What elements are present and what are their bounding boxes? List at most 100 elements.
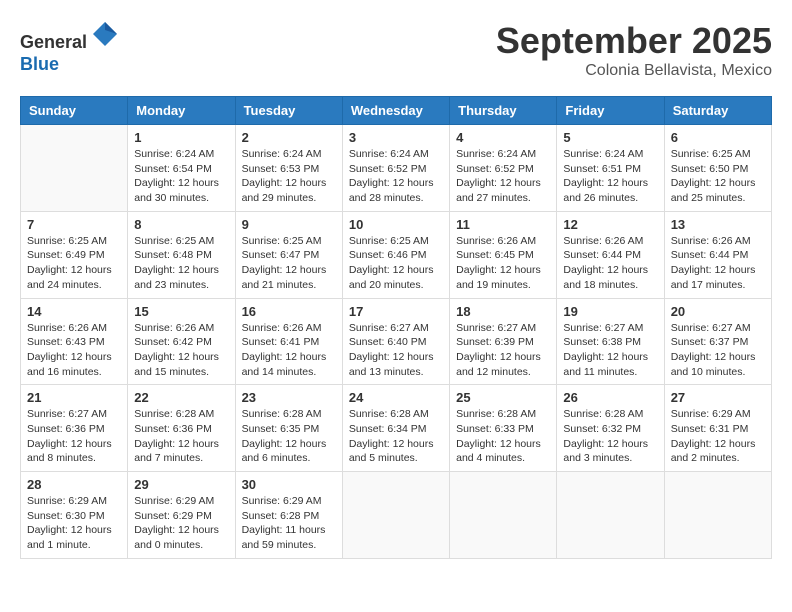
day-number: 14 (27, 304, 121, 319)
location-subtitle: Colonia Bellavista, Mexico (496, 62, 772, 80)
calendar-week-row: 7Sunrise: 6:25 AM Sunset: 6:49 PM Daylig… (21, 211, 772, 298)
calendar-cell: 2Sunrise: 6:24 AM Sunset: 6:53 PM Daylig… (235, 125, 342, 212)
day-info: Sunrise: 6:29 AM Sunset: 6:30 PM Dayligh… (27, 494, 121, 553)
calendar-cell: 4 Sunrise: 6:24 AM Sunset: 6:52 PM Daylig… (450, 125, 557, 212)
day-info: Sunrise: 6:24 AM Sunset: 6:52 PM Dayligh… (456, 147, 550, 206)
day-number: 30 (242, 477, 336, 492)
day-info: Sunrise: 6:25 AM Sunset: 6:48 PM Dayligh… (134, 234, 228, 293)
calendar-header-saturday: Saturday (664, 97, 771, 125)
day-number: 21 (27, 390, 121, 405)
calendar-cell: 17Sunrise: 6:27 AM Sunset: 6:40 PM Dayli… (342, 298, 449, 385)
day-info: Sunrise: 6:26 AM Sunset: 6:42 PM Dayligh… (134, 321, 228, 380)
day-number: 3 (349, 130, 443, 145)
calendar-header-monday: Monday (128, 97, 235, 125)
calendar-cell: 24Sunrise: 6:28 AM Sunset: 6:34 PM Dayli… (342, 385, 449, 472)
calendar-cell (450, 472, 557, 559)
day-number: 15 (134, 304, 228, 319)
calendar-header-row: SundayMondayTuesdayWednesdayThursdayFrid… (21, 97, 772, 125)
day-info: Sunrise: 6:26 AM Sunset: 6:41 PM Dayligh… (242, 321, 336, 380)
calendar-week-row: 14 Sunrise: 6:26 AM Sunset: 6:43 PM Dayli… (21, 298, 772, 385)
calendar-cell: 10 Sunrise: 6:25 AM Sunset: 6:46 PM Dayli… (342, 211, 449, 298)
day-number: 9 (242, 217, 336, 232)
calendar-cell: 20 Sunrise: 6:27 AM Sunset: 6:37 PM Dayli… (664, 298, 771, 385)
day-info: Sunrise: 6:25 AM Sunset: 6:49 PM Dayligh… (27, 234, 121, 293)
day-info: Sunrise: 6:24 AM Sunset: 6:52 PM Dayligh… (349, 147, 443, 206)
day-number: 19 (563, 304, 657, 319)
day-info: Sunrise: 6:27 AM Sunset: 6:39 PM Dayligh… (456, 321, 550, 380)
day-info: Sunrise: 6:27 AM Sunset: 6:37 PM Dayligh… (671, 321, 765, 380)
logo: General Blue (20, 20, 119, 75)
day-info: Sunrise: 6:24 AM Sunset: 6:51 PM Dayligh… (563, 147, 657, 206)
logo-icon (91, 20, 119, 48)
calendar-table: SundayMondayTuesdayWednesdayThursdayFrid… (20, 96, 772, 559)
day-number: 6 (671, 130, 765, 145)
calendar-cell (342, 472, 449, 559)
day-info: Sunrise: 6:25 AM Sunset: 6:50 PM Dayligh… (671, 147, 765, 206)
calendar-cell: 8 Sunrise: 6:25 AM Sunset: 6:48 PM Daylig… (128, 211, 235, 298)
day-number: 27 (671, 390, 765, 405)
calendar-cell: 22 Sunrise: 6:28 AM Sunset: 6:36 PM Dayli… (128, 385, 235, 472)
calendar-cell (664, 472, 771, 559)
day-info: Sunrise: 6:26 AM Sunset: 6:43 PM Dayligh… (27, 321, 121, 380)
day-number: 10 (349, 217, 443, 232)
calendar-cell: 7Sunrise: 6:25 AM Sunset: 6:49 PM Daylig… (21, 211, 128, 298)
calendar-cell (21, 125, 128, 212)
calendar-week-row: 1Sunrise: 6:24 AM Sunset: 6:54 PM Daylig… (21, 125, 772, 212)
calendar-header-wednesday: Wednesday (342, 97, 449, 125)
day-info: Sunrise: 6:28 AM Sunset: 6:36 PM Dayligh… (134, 407, 228, 466)
day-number: 20 (671, 304, 765, 319)
day-info: Sunrise: 6:26 AM Sunset: 6:45 PM Dayligh… (456, 234, 550, 293)
day-info: Sunrise: 6:26 AM Sunset: 6:44 PM Dayligh… (563, 234, 657, 293)
calendar-cell: 12 Sunrise: 6:26 AM Sunset: 6:44 PM Dayli… (557, 211, 664, 298)
day-info: Sunrise: 6:29 AM Sunset: 6:31 PM Dayligh… (671, 407, 765, 466)
title-area: September 2025 Colonia Bellavista, Mexic… (496, 20, 772, 80)
day-number: 26 (563, 390, 657, 405)
day-info: Sunrise: 6:27 AM Sunset: 6:38 PM Dayligh… (563, 321, 657, 380)
month-title: September 2025 (496, 20, 772, 62)
day-info: Sunrise: 6:28 AM Sunset: 6:35 PM Dayligh… (242, 407, 336, 466)
calendar-cell: 9 Sunrise: 6:25 AM Sunset: 6:47 PM Daylig… (235, 211, 342, 298)
day-info: Sunrise: 6:25 AM Sunset: 6:47 PM Dayligh… (242, 234, 336, 293)
calendar-cell: 5 Sunrise: 6:24 AM Sunset: 6:51 PM Daylig… (557, 125, 664, 212)
day-info: Sunrise: 6:24 AM Sunset: 6:53 PM Dayligh… (242, 147, 336, 206)
day-number: 22 (134, 390, 228, 405)
day-number: 11 (456, 217, 550, 232)
calendar-cell: 11 Sunrise: 6:26 AM Sunset: 6:45 PM Dayli… (450, 211, 557, 298)
day-number: 12 (563, 217, 657, 232)
day-info: Sunrise: 6:29 AM Sunset: 6:29 PM Dayligh… (134, 494, 228, 553)
calendar-cell: 1Sunrise: 6:24 AM Sunset: 6:54 PM Daylig… (128, 125, 235, 212)
calendar-cell: 13Sunrise: 6:26 AM Sunset: 6:44 PM Dayli… (664, 211, 771, 298)
calendar-week-row: 21 Sunrise: 6:27 AM Sunset: 6:36 PM Dayli… (21, 385, 772, 472)
calendar-cell: 14 Sunrise: 6:26 AM Sunset: 6:43 PM Dayli… (21, 298, 128, 385)
calendar-cell: 23 Sunrise: 6:28 AM Sunset: 6:35 PM Dayli… (235, 385, 342, 472)
calendar-cell: 29 Sunrise: 6:29 AM Sunset: 6:29 PM Dayli… (128, 472, 235, 559)
day-number: 8 (134, 217, 228, 232)
day-info: Sunrise: 6:29 AM Sunset: 6:28 PM Dayligh… (242, 494, 336, 553)
calendar-header-tuesday: Tuesday (235, 97, 342, 125)
calendar-cell: 16 Sunrise: 6:26 AM Sunset: 6:41 PM Dayli… (235, 298, 342, 385)
day-number: 5 (563, 130, 657, 145)
day-number: 23 (242, 390, 336, 405)
day-number: 4 (456, 130, 550, 145)
calendar-cell (557, 472, 664, 559)
day-info: Sunrise: 6:28 AM Sunset: 6:33 PM Dayligh… (456, 407, 550, 466)
day-info: Sunrise: 6:28 AM Sunset: 6:32 PM Dayligh… (563, 407, 657, 466)
day-number: 13 (671, 217, 765, 232)
day-number: 18 (456, 304, 550, 319)
calendar-cell: 27 Sunrise: 6:29 AM Sunset: 6:31 PM Dayli… (664, 385, 771, 472)
day-info: Sunrise: 6:24 AM Sunset: 6:54 PM Dayligh… (134, 147, 228, 206)
calendar-cell: 18 Sunrise: 6:27 AM Sunset: 6:39 PM Dayli… (450, 298, 557, 385)
day-number: 29 (134, 477, 228, 492)
logo-general: General (20, 32, 87, 52)
logo-text: General Blue (20, 20, 119, 75)
calendar-header-sunday: Sunday (21, 97, 128, 125)
calendar-cell: 21 Sunrise: 6:27 AM Sunset: 6:36 PM Dayli… (21, 385, 128, 472)
day-info: Sunrise: 6:27 AM Sunset: 6:40 PM Dayligh… (349, 321, 443, 380)
day-info: Sunrise: 6:27 AM Sunset: 6:36 PM Dayligh… (27, 407, 121, 466)
day-number: 24 (349, 390, 443, 405)
calendar-cell: 25Sunrise: 6:28 AM Sunset: 6:33 PM Dayli… (450, 385, 557, 472)
day-number: 16 (242, 304, 336, 319)
logo-blue: Blue (20, 54, 59, 74)
day-info: Sunrise: 6:25 AM Sunset: 6:46 PM Dayligh… (349, 234, 443, 293)
calendar-cell: 15 Sunrise: 6:26 AM Sunset: 6:42 PM Dayli… (128, 298, 235, 385)
